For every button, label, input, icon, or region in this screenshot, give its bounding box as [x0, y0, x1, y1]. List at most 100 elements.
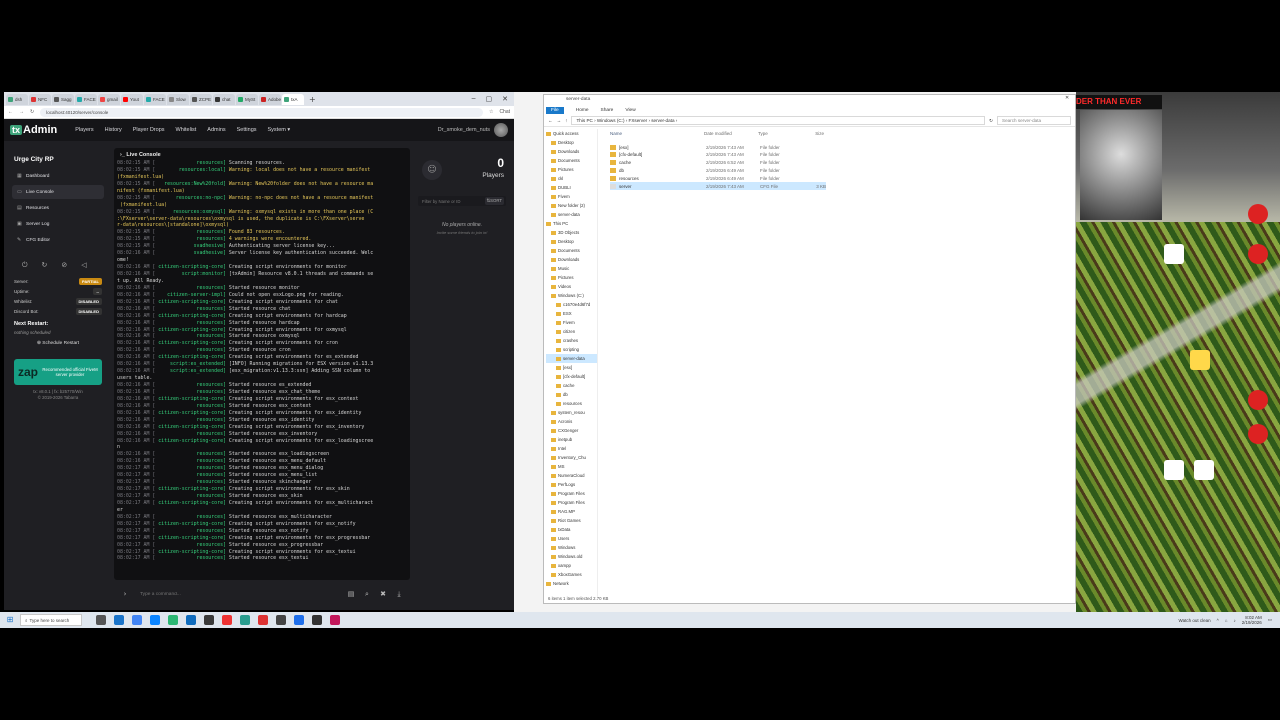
file-row[interactable]: [cfx-default] 2/19/2026 7:43 AM File folde…	[610, 151, 826, 159]
tree-item[interactable]: Windows	[546, 543, 597, 552]
tree-item[interactable]: RAG.MP	[546, 507, 597, 516]
desktop-app-icon[interactable]	[1248, 204, 1268, 224]
sort-button[interactable]: ⇅SORT	[484, 197, 504, 205]
tree-item[interactable]: Desktop	[546, 138, 597, 147]
browser-tab[interactable]: MySt	[236, 93, 258, 105]
tree-item[interactable]: ESX	[546, 309, 597, 318]
tree-item[interactable]: Documents	[546, 156, 597, 165]
browser-tab[interactable]: FACE	[144, 93, 166, 105]
tree-item[interactable]: This PC	[546, 219, 597, 228]
sidebar-item-live-console[interactable]: ▭ Live Console	[12, 185, 104, 199]
console-output[interactable]: 08:02:15 AM [ resources] Scanning resour…	[114, 160, 410, 562]
tree-item[interactable]: Music	[546, 264, 597, 273]
browser-tab[interactable]: Adobe	[259, 93, 281, 105]
tree-item[interactable]: Downloads	[546, 255, 597, 264]
taskbar-app-icon[interactable]	[204, 615, 214, 625]
file-row[interactable]: resources 2/19/2026 6:49 AM File folder	[610, 174, 826, 182]
ribbon-tab-share[interactable]: Share	[601, 108, 614, 113]
taskbar-app-icon[interactable]	[240, 615, 250, 625]
tree-item[interactable]: resources	[546, 399, 597, 408]
tree-item[interactable]: Acronis	[546, 417, 597, 426]
sidebar-item-resources[interactable]: ▤ Resources	[12, 201, 104, 215]
network-icon[interactable]: ⌂	[1225, 618, 1228, 623]
tray-app-label[interactable]: Watch out clean	[1179, 618, 1211, 623]
star-icon[interactable]: ☆	[489, 109, 493, 115]
user-menu[interactable]: Dr_smoke_dem_nuts	[438, 123, 508, 137]
tree-item[interactable]: xampp	[546, 561, 597, 570]
taskbar-app-icon[interactable]	[96, 615, 106, 625]
back-icon[interactable]: ←	[8, 109, 13, 115]
nav-whitelist[interactable]: Whitelist	[176, 127, 197, 133]
desktop-app-icon[interactable]	[1248, 244, 1268, 264]
desktop-folder-icon[interactable]	[1190, 350, 1210, 370]
explorer-path[interactable]: This PC › Windows (C:) › FXserver › serv…	[571, 116, 986, 125]
command-input[interactable]	[136, 588, 340, 600]
browser-tab[interactable]: NFC	[29, 93, 51, 105]
nav-players[interactable]: Players	[75, 127, 93, 133]
tree-item[interactable]: c1670e4d6f7d	[546, 300, 597, 309]
sidebar-item-dashboard[interactable]: ▦ Dashboard	[12, 169, 104, 183]
tree-item[interactable]: server-data	[546, 210, 597, 219]
close-icon[interactable]: ✕	[502, 95, 508, 103]
announce-icon[interactable]: ◁	[81, 261, 86, 270]
nav-admins[interactable]: Admins	[207, 127, 225, 133]
taskbar-app-icon[interactable]	[168, 615, 178, 625]
tree-item[interactable]: Users	[546, 534, 597, 543]
tree-item[interactable]: [cfx-default]	[546, 372, 597, 381]
forward-icon[interactable]: →	[557, 118, 562, 123]
tree-item[interactable]: Fivem	[546, 192, 597, 201]
chat-button[interactable]: Chat	[499, 109, 510, 115]
clipboard-icon[interactable]: ▤	[346, 590, 356, 598]
up-icon[interactable]: ↑	[565, 118, 567, 123]
zap-hosting-banner[interactable]: zap Recommended official FiveM server pr…	[14, 359, 102, 385]
taskbar-app-icon[interactable]	[132, 615, 142, 625]
clock[interactable]: 8:02 AM 2/19/2026	[1242, 615, 1262, 625]
ribbon-tab-file[interactable]: File	[546, 106, 564, 114]
tree-item[interactable]: Pictures	[546, 273, 597, 282]
taskbar-app-icon[interactable]	[312, 615, 322, 625]
download-icon[interactable]: ⤓	[394, 590, 404, 599]
tree-item[interactable]: New folder (2)	[546, 201, 597, 210]
tree-item[interactable]: [esx]	[546, 363, 597, 372]
browser-tab[interactable]: dsh	[6, 93, 28, 105]
tree-item[interactable]: Videos	[546, 282, 597, 291]
tree-item[interactable]: MS	[546, 462, 597, 471]
tree-item[interactable]: Documents	[546, 246, 597, 255]
nav-player-drops[interactable]: Player Drops	[133, 127, 165, 133]
player-filter-input[interactable]: Filter by Name or ID ⇅SORT	[418, 196, 506, 206]
tree-item[interactable]: Fivem	[546, 318, 597, 327]
tree-item[interactable]: txData	[546, 525, 597, 534]
tree-item[interactable]: Downloads	[546, 147, 597, 156]
tree-item[interactable]: citizen	[546, 327, 597, 336]
tree-item[interactable]: XboxGames	[546, 570, 597, 579]
tree-item[interactable]: Program Files	[546, 489, 597, 498]
minimize-icon[interactable]: –	[472, 95, 476, 103]
browser-tab[interactable]: gmail	[98, 93, 120, 105]
col-name[interactable]: Name	[608, 131, 704, 136]
browser-tab[interactable]: txA	[282, 93, 304, 105]
tree-item[interactable]: ckl	[546, 174, 597, 183]
tree-item[interactable]: cache	[546, 381, 597, 390]
txadmin-logo[interactable]: tx Admin	[10, 124, 57, 136]
tree-item[interactable]: Riot Games	[546, 516, 597, 525]
restart-icon[interactable]: ↻	[42, 261, 48, 270]
new-tab-button[interactable]: +	[309, 95, 316, 104]
taskbar-app-icon[interactable]	[276, 615, 286, 625]
tree-item[interactable]: Windows.old	[546, 552, 597, 561]
ribbon-tab-view[interactable]: View	[625, 108, 635, 113]
tree-item[interactable]: NumeraCloud	[546, 471, 597, 480]
desktop-file-icon[interactable]	[1164, 244, 1184, 264]
taskbar-app-icon[interactable]	[330, 615, 340, 625]
nav-history[interactable]: History	[105, 127, 122, 133]
file-row[interactable]: server 2/19/2026 7:43 AM CFG File 3 KB	[610, 182, 826, 190]
windows-start-icon[interactable]: ⊞	[4, 614, 16, 626]
tree-item[interactable]: Intel	[546, 444, 597, 453]
tree-item[interactable]: Pictures	[546, 165, 597, 174]
file-row[interactable]: db 2/19/2026 6:49 AM File folder	[610, 166, 826, 174]
tree-item[interactable]: Quick access	[546, 129, 597, 138]
reload-icon[interactable]: ↻	[30, 109, 34, 115]
forward-icon[interactable]: →	[19, 109, 24, 115]
nav-settings[interactable]: Settings	[237, 127, 257, 133]
close-icon[interactable]: ✕	[1065, 96, 1069, 101]
tree-item[interactable]: PerfLogs	[546, 480, 597, 489]
